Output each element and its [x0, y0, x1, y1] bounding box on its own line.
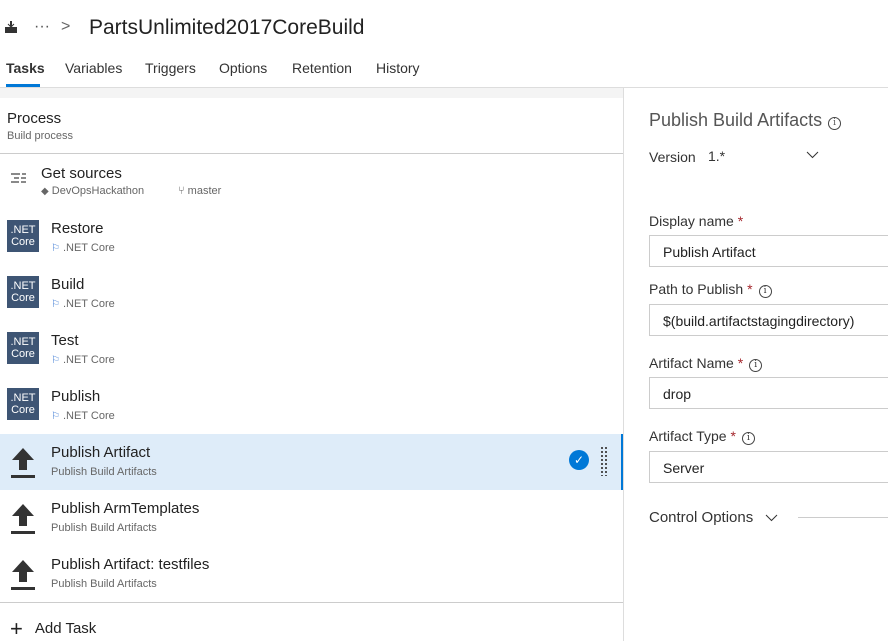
task-type: ⚐ .NET Core: [51, 298, 115, 310]
task-details-title: Publish Build Artifacts i: [649, 110, 842, 131]
add-task-label: Add Task: [34, 620, 97, 637]
task-name: Publish Artifact: [51, 444, 151, 461]
selected-check-icon[interactable]: ✓: [569, 450, 589, 470]
process-title[interactable]: Process: [7, 110, 61, 127]
task-row-restore[interactable]: .NET Core Restore ⚐ .NET Core: [0, 210, 623, 266]
dotnet-core-icon: .NET Core: [7, 276, 39, 308]
tab-history[interactable]: History: [376, 60, 420, 76]
branch-info: ⑂ master: [178, 185, 221, 197]
info-icon[interactable]: i: [828, 117, 842, 130]
info-icon[interactable]: i: [741, 432, 755, 445]
get-sources-row[interactable]: Get sources ◆ DevOpsHackathon ⑂ master: [0, 157, 623, 213]
task-type: Publish Build Artifacts: [51, 522, 157, 534]
display-name-input[interactable]: Publish Artifact: [649, 235, 888, 267]
task-row-publish-artifact[interactable]: Publish Artifact Publish Build Artifacts…: [0, 434, 623, 490]
task-name: Publish ArmTemplates: [51, 500, 200, 517]
tab-variables[interactable]: Variables: [65, 60, 122, 76]
upload-icon: [11, 448, 35, 478]
flag-icon: ⚐: [51, 299, 60, 310]
display-name-label: Display name *: [649, 213, 744, 229]
task-name: Restore: [51, 220, 104, 237]
tab-tasks[interactable]: Tasks: [6, 60, 45, 76]
drag-handle-icon[interactable]: [600, 446, 608, 476]
upload-icon: [11, 560, 35, 590]
control-options-toggle[interactable]: Control Options: [649, 509, 778, 526]
page-title: PartsUnlimited2017CoreBuild: [89, 16, 365, 39]
tab-options[interactable]: Options: [219, 60, 267, 76]
path-to-publish-label: Path to Publish * i: [649, 281, 772, 298]
task-name: Build: [51, 276, 85, 293]
breadcrumb-ellipsis[interactable]: ···: [34, 18, 50, 36]
breadcrumb-chevron-icon: >: [61, 18, 71, 35]
chevron-down-icon: [766, 514, 778, 522]
task-name: Test: [51, 332, 79, 349]
task-row-build[interactable]: .NET Core Build ⚐ .NET Core: [0, 266, 623, 322]
info-icon[interactable]: i: [758, 285, 772, 298]
divider: [0, 88, 623, 98]
branch-icon: ⑂: [178, 185, 185, 197]
build-pipeline-icon: [5, 21, 17, 33]
task-type: ⚐ .NET Core: [51, 242, 115, 254]
divider: [798, 517, 888, 518]
repo-name: DevOpsHackathon: [51, 185, 145, 197]
task-type: ⚐ .NET Core: [51, 410, 115, 422]
upload-icon: [11, 504, 35, 534]
task-row-test[interactable]: .NET Core Test ⚐ .NET Core: [0, 322, 623, 378]
task-name: Publish Artifact: testfiles: [51, 556, 210, 573]
version-select[interactable]: 1.*: [708, 148, 725, 164]
flag-icon: ⚐: [51, 243, 60, 254]
divider: [0, 602, 623, 603]
task-name: Publish: [51, 388, 101, 405]
task-type: ⚐ .NET Core: [51, 354, 115, 366]
get-sources-label: Get sources: [41, 165, 122, 182]
info-icon[interactable]: i: [749, 359, 763, 372]
artifact-name-input[interactable]: drop: [649, 377, 888, 409]
path-to-publish-input[interactable]: $(build.artifactstagingdirectory): [649, 304, 888, 336]
add-task-button[interactable]: + Add Task: [10, 616, 96, 642]
flag-icon: ⚐: [51, 411, 60, 422]
divider: [0, 153, 623, 154]
git-repo-icon: ◆: [41, 186, 49, 197]
dotnet-core-icon: .NET Core: [7, 388, 39, 420]
repo-info: ◆ DevOpsHackathon: [41, 185, 144, 197]
task-type: Publish Build Artifacts: [51, 466, 157, 478]
artifact-type-label: Artifact Type * i: [649, 428, 755, 445]
dotnet-core-icon: .NET Core: [7, 220, 39, 252]
tab-retention[interactable]: Retention: [292, 60, 352, 76]
pane-splitter[interactable]: [623, 88, 624, 641]
get-sources-icon: [11, 173, 26, 183]
task-row-publish-testfiles[interactable]: Publish Artifact: testfiles Publish Buil…: [0, 546, 623, 602]
flag-icon: ⚐: [51, 355, 60, 366]
chevron-down-icon[interactable]: [806, 151, 819, 159]
task-type: Publish Build Artifacts: [51, 578, 157, 590]
plus-icon: +: [10, 616, 23, 641]
dotnet-core-icon: .NET Core: [7, 332, 39, 364]
process-subtitle: Build process: [7, 130, 74, 142]
tab-triggers[interactable]: Triggers: [145, 60, 196, 76]
task-row-publish-armtemplates[interactable]: Publish ArmTemplates Publish Build Artif…: [0, 490, 623, 546]
version-label: Version: [649, 149, 696, 165]
artifact-type-select[interactable]: Server: [649, 451, 888, 483]
artifact-name-label: Artifact Name * i: [649, 355, 763, 372]
branch-name: master: [187, 185, 222, 197]
task-row-publish[interactable]: .NET Core Publish ⚐ .NET Core: [0, 378, 623, 434]
